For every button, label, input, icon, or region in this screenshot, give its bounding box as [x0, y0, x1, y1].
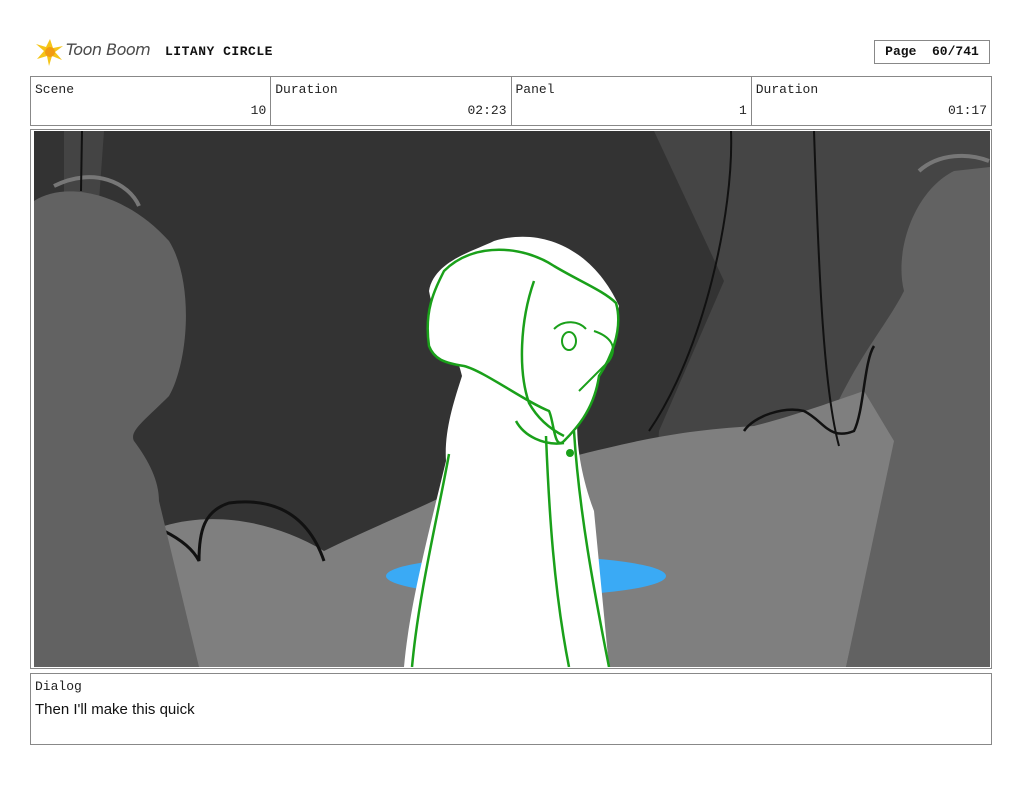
dialog-box: Dialog Then I'll make this quick	[30, 673, 992, 745]
panel-duration-cell: Duration 01:17	[752, 77, 991, 125]
panel-value: 1	[738, 103, 747, 118]
page-value: 60/741	[932, 44, 979, 59]
dialog-text: Then I'll make this quick	[35, 701, 195, 718]
project-title: LITANY CIRCLE	[165, 44, 273, 59]
scene-duration-cell: Duration 02:23	[271, 77, 512, 125]
scene-value: 10	[250, 103, 267, 118]
scene-label: Scene	[35, 82, 75, 97]
toon-boom-logo-icon	[36, 39, 63, 66]
left-curtain-line	[80, 131, 83, 192]
scene-cell: Scene 10	[31, 77, 272, 125]
storyboard-panel-image	[34, 131, 990, 667]
page-indicator: Page 60/741	[874, 40, 990, 64]
dialog-label: Dialog	[35, 679, 82, 694]
panel-duration-label: Duration	[755, 82, 819, 97]
scene-duration-value: 02:23	[467, 103, 507, 118]
panel-info-row: Scene 10 Duration 02:23 Panel 1 Duration…	[30, 76, 992, 126]
toon-boom-logo: Toon Boom	[34, 36, 158, 68]
page-label: Page	[885, 44, 917, 59]
panel-duration-value: 01:17	[947, 103, 987, 118]
panel-cell: Panel 1	[512, 77, 752, 125]
logo-text: Toon Boom	[66, 40, 151, 59]
character-brooch	[566, 449, 574, 457]
scene-duration-label: Duration	[275, 82, 338, 97]
panel-label: Panel	[515, 82, 555, 97]
